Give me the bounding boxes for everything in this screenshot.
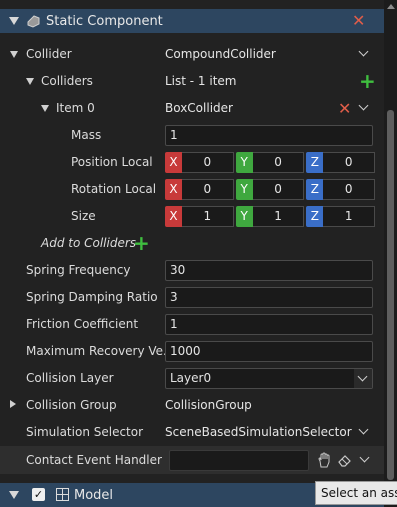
- z-axis-label: Z: [306, 152, 324, 173]
- contact-event-handler-input[interactable]: [169, 450, 309, 471]
- remove-component-icon[interactable]: ✕: [352, 13, 365, 29]
- scroll-up-icon[interactable]: [387, 4, 395, 9]
- friction-coefficient-row: Friction Coefficient 1: [0, 311, 384, 338]
- spring-frequency-label: Spring Frequency: [26, 263, 131, 277]
- spring-frequency-row: Spring Frequency 30: [0, 257, 384, 284]
- spring-frequency-input[interactable]: 30: [165, 260, 373, 281]
- x-axis-label: X: [165, 179, 182, 200]
- model-grid-icon: [56, 488, 69, 501]
- friction-coefficient-label: Friction Coefficient: [26, 317, 139, 331]
- scroll-thumb[interactable]: [387, 110, 394, 480]
- add-icon[interactable]: +: [133, 233, 150, 253]
- collider-row: Collider CompoundCollider: [0, 41, 384, 68]
- model-title: Model: [74, 487, 114, 503]
- collision-layer-row: Collision Layer Layer0: [0, 365, 384, 392]
- size-vector: X1 Y1 Z1: [165, 206, 376, 227]
- colliders-count: List - 1 item: [165, 74, 237, 88]
- enabled-checkbox[interactable]: ✓: [32, 488, 45, 501]
- position-local-label: Position Local: [71, 155, 153, 169]
- size-z-input[interactable]: 1: [323, 206, 376, 227]
- hand-pick-icon[interactable]: [317, 452, 332, 468]
- collision-layer-value: Layer0: [170, 371, 212, 385]
- simulation-selector-label: Simulation Selector: [26, 425, 144, 439]
- collision-layer-select[interactable]: Layer0: [165, 368, 373, 389]
- size-y-input[interactable]: 1: [252, 206, 305, 227]
- y-axis-label: Y: [235, 206, 253, 227]
- dropdown-button[interactable]: [354, 369, 372, 388]
- friction-coefficient-input[interactable]: 1: [165, 314, 373, 335]
- mass-row: Mass 1: [0, 122, 384, 149]
- y-axis-label: Y: [235, 179, 253, 200]
- collision-group-label: Collision Group: [26, 398, 117, 412]
- rotation-y-input[interactable]: 0: [252, 179, 305, 200]
- expand-arrow-icon[interactable]: [41, 105, 49, 112]
- collision-group-row: Collision Group CollisionGroup: [0, 392, 384, 419]
- item-0-row: Item 0 BoxCollider ✕: [0, 95, 384, 122]
- size-row: Size X1 Y1 Z1: [0, 203, 384, 230]
- collision-group-value: CollisionGroup: [165, 398, 252, 412]
- position-local-vector: X0 Y0 Z0: [165, 152, 376, 173]
- item-0-label: Item 0: [56, 101, 95, 115]
- chevron-down-icon[interactable]: [358, 100, 369, 111]
- collider-type-value[interactable]: CompoundCollider: [165, 47, 276, 61]
- chevron-down-icon[interactable]: [358, 46, 369, 57]
- item-0-type-value[interactable]: BoxCollider: [165, 101, 233, 115]
- collision-layer-label: Collision Layer: [26, 371, 114, 385]
- simulation-selector-value[interactable]: SceneBasedSimulationSelector: [165, 425, 352, 439]
- contact-event-handler-label: Contact Event Handler: [26, 453, 162, 467]
- position-y-input[interactable]: 0: [252, 152, 305, 173]
- add-to-colliders-row[interactable]: Add to Colliders +: [0, 230, 384, 257]
- spring-damping-label: Spring Damping Ratio: [26, 290, 158, 304]
- spring-damping-row: Spring Damping Ratio 3: [0, 284, 384, 311]
- x-axis-label: X: [165, 152, 182, 173]
- mass-label: Mass: [71, 128, 102, 142]
- chevron-down-icon[interactable]: [358, 424, 369, 435]
- remove-item-icon[interactable]: ✕: [338, 101, 351, 117]
- z-axis-label: Z: [306, 179, 324, 200]
- add-to-colliders-label[interactable]: Add to Colliders: [41, 236, 136, 250]
- rotation-local-row: Rotation Local X0 Y0 Z0: [0, 176, 384, 203]
- collider-label: Collider: [26, 47, 72, 61]
- tooltip: Select an asset: [315, 481, 397, 505]
- rotation-local-vector: X0 Y0 Z0: [165, 179, 376, 200]
- rotation-x-input[interactable]: 0: [182, 179, 234, 200]
- x-axis-label: X: [165, 206, 182, 227]
- simulation-selector-row: Simulation Selector SceneBasedSimulation…: [0, 419, 384, 446]
- max-recovery-velocity-label: Maximum Recovery Ve...: [26, 344, 175, 358]
- z-axis-label: Z: [306, 206, 324, 227]
- max-recovery-velocity-input[interactable]: 1000: [165, 341, 373, 362]
- add-item-icon[interactable]: +: [359, 71, 376, 91]
- vertical-scrollbar[interactable]: [384, 0, 397, 507]
- component-icon: [27, 15, 40, 28]
- max-recovery-velocity-row: Maximum Recovery Ve... 1000: [0, 338, 384, 365]
- contact-event-handler-row: Contact Event Handler: [0, 446, 384, 474]
- rotation-z-input[interactable]: 0: [323, 179, 376, 200]
- component-title: Static Component: [46, 13, 163, 29]
- position-local-row: Position Local X0 Y0 Z0: [0, 149, 384, 176]
- chevron-down-icon: [357, 371, 368, 382]
- mass-input[interactable]: 1: [165, 125, 373, 146]
- rotation-local-label: Rotation Local: [71, 182, 157, 196]
- position-z-input[interactable]: 0: [323, 152, 376, 173]
- colliders-row: Colliders List - 1 item +: [0, 68, 384, 95]
- size-label: Size: [71, 209, 96, 223]
- size-x-input[interactable]: 1: [182, 206, 234, 227]
- expand-arrow-icon[interactable]: [26, 78, 34, 85]
- position-x-input[interactable]: 0: [182, 152, 234, 173]
- static-component-header[interactable]: Static Component ✕: [0, 9, 384, 33]
- eraser-icon[interactable]: [337, 453, 353, 467]
- collapse-arrow-icon[interactable]: [9, 17, 19, 25]
- expand-arrow-icon[interactable]: [10, 51, 18, 58]
- colliders-label: Colliders: [41, 74, 93, 88]
- y-axis-label: Y: [235, 152, 253, 173]
- spring-damping-input[interactable]: 3: [165, 287, 373, 308]
- expand-arrow-icon[interactable]: [10, 400, 16, 408]
- chevron-down-icon[interactable]: [359, 452, 370, 463]
- collapse-arrow-icon[interactable]: [9, 491, 19, 499]
